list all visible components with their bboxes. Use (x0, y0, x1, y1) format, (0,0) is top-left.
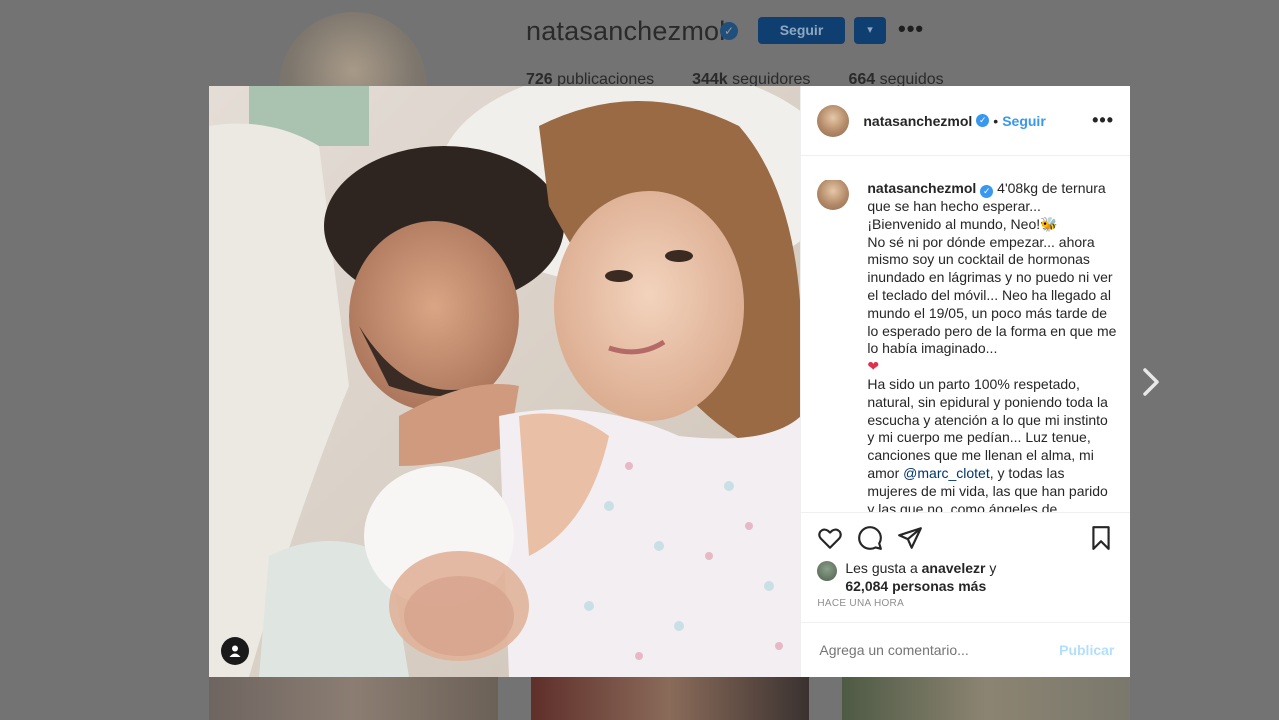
heart-outline-icon[interactable] (817, 525, 843, 551)
post-follow-button[interactable]: Seguir (1002, 113, 1046, 129)
comment-bubble-icon[interactable] (857, 525, 883, 551)
verified-badge-icon: ✓ (720, 22, 738, 40)
likes-text: Les gusta a anavelezr y 62,084 personas m… (845, 560, 997, 594)
post-sidebar: natasanchezmol ✓ • Seguir ••• natasanche… (800, 86, 1131, 677)
post-author-username[interactable]: natasanchezmol (863, 113, 972, 129)
post-actions: Les gusta a anavelezr y 62,084 personas m… (801, 512, 1131, 594)
post-more-options-icon[interactable]: ••• (1092, 110, 1114, 131)
user-tag-icon[interactable] (221, 637, 249, 665)
post-photo[interactable] (209, 86, 801, 677)
heart-emoji: ❤ (867, 358, 880, 375)
liker-avatar[interactable] (817, 561, 838, 581)
comment-input[interactable] (817, 641, 1060, 659)
bee-emoji: 🐝 (1040, 215, 1058, 232)
comment-bar: Publicar (801, 622, 1131, 677)
bookmark-icon[interactable] (1088, 525, 1114, 551)
action-icons (801, 513, 1130, 555)
caption-username[interactable]: natasanchezmol (867, 180, 976, 196)
verified-badge-icon: ✓ (980, 185, 994, 198)
profile-username: natasanchezmol (526, 16, 726, 46)
caption-author-avatar[interactable] (817, 180, 850, 210)
separator-dot: • (993, 112, 999, 129)
likes-count[interactable]: 62,084 personas más (845, 578, 986, 594)
mention-link[interactable]: @marc_clotet (903, 465, 990, 481)
paper-plane-icon[interactable] (897, 525, 923, 551)
profile-dropdown-button[interactable]: ▾ (854, 17, 886, 44)
post-header: natasanchezmol ✓ • Seguir ••• (801, 86, 1130, 156)
post-caption: natasanchezmol ✓ 4'08kg de ternura que se… (817, 180, 1117, 512)
grid-thumbnail (842, 677, 1130, 720)
grid-thumbnail (531, 677, 809, 720)
likes-summary: Les gusta a anavelezr y 62,084 personas m… (801, 555, 1130, 595)
post-modal: natasanchezmol ✓ • Seguir ••• natasanche… (209, 86, 1131, 677)
post-author-avatar[interactable] (817, 104, 850, 137)
caption-text: natasanchezmol ✓ 4'08kg de ternura que se… (867, 180, 1117, 512)
profile-follow-button[interactable]: Seguir (758, 17, 845, 44)
publish-button[interactable]: Publicar (1059, 642, 1114, 658)
chevron-right-icon[interactable] (1140, 366, 1162, 398)
profile-more-options-icon[interactable]: ••• (898, 16, 924, 42)
post-timestamp[interactable]: HACE UNA HORA (817, 598, 904, 609)
grid-thumbnail (209, 677, 498, 720)
verified-badge-icon: ✓ (976, 114, 990, 127)
post-photo-illustration (209, 86, 801, 677)
liker-username[interactable]: anavelezr (922, 560, 986, 576)
